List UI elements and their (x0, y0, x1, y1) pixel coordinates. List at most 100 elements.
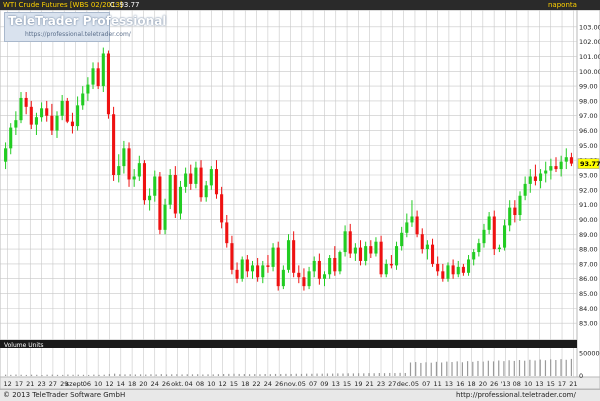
volume-bar (524, 360, 526, 376)
volume-bar (290, 373, 292, 376)
price-tick-label: 95.00 (579, 142, 598, 150)
volume-bar (316, 373, 318, 376)
volume-bar (415, 362, 417, 376)
price-tick-label: 102.00 (579, 38, 600, 46)
volume-bar (36, 374, 38, 376)
date-tick-label: 21 (366, 380, 374, 388)
volume-bar (15, 374, 17, 376)
volume-bar (404, 372, 406, 376)
candle-body (261, 265, 265, 278)
copyright-text: © 2013 TeleTrader Software GmbH (3, 391, 126, 399)
date-tick-label: 23 (37, 380, 45, 388)
volume-bar (300, 373, 303, 376)
candle-body (163, 204, 167, 230)
candle-body (348, 231, 352, 254)
price-tick-label: 83.00 (579, 320, 598, 328)
date-tick-label: 09 (320, 380, 328, 388)
brand-watermark: TeleTrader Professional https://professi… (4, 12, 166, 42)
candle-body (24, 97, 28, 107)
footer-link[interactable]: http://professional.teletrader.com/ (456, 390, 576, 401)
volume-bar (145, 374, 147, 376)
last-price-badge: 93.77 (577, 158, 600, 169)
volume-bar (129, 374, 131, 376)
volume-bar (41, 375, 43, 376)
price-tick-label: 88.00 (579, 246, 598, 254)
candle-body (194, 167, 198, 184)
candle-body (178, 186, 183, 214)
candle-body (297, 272, 301, 278)
volume-bar (77, 374, 79, 376)
volume-bar (98, 374, 100, 376)
candle-body (29, 106, 33, 125)
volume-bar (508, 360, 510, 376)
volume-bar (108, 373, 111, 376)
volume-bar (534, 360, 536, 376)
candle-body (101, 53, 105, 87)
date-tick-label: 05 (411, 380, 419, 388)
volume-bar (368, 373, 370, 376)
volume-bar (326, 373, 329, 376)
candle-body (302, 277, 306, 287)
horizontal-grid (0, 26, 577, 324)
date-tick-label: 27 (388, 380, 396, 388)
date-tick-label: 11 (433, 380, 441, 388)
volume-bar (160, 374, 162, 376)
last-price-label: 93.77 (580, 160, 600, 168)
candle-body (451, 265, 455, 275)
volume-bar (477, 360, 479, 376)
candle-body (482, 229, 486, 244)
candle-body (508, 207, 512, 226)
volume-bar (409, 362, 412, 376)
candle-body (256, 265, 260, 278)
volume-bar (212, 374, 214, 376)
volume-bar (186, 374, 188, 376)
chart-canvas: 83.00 84.00 85.00 86.00 87.00 88.00 89.00 90.00… (0, 9, 600, 389)
candle-body (312, 260, 316, 272)
candle-body (96, 68, 100, 87)
volume-bar (264, 374, 266, 376)
date-tick-label: 18 (467, 380, 475, 388)
candle-body (497, 247, 501, 250)
candle-body (564, 157, 568, 162)
candle-body (81, 93, 85, 106)
volume-bar (197, 374, 199, 376)
price-tick-label: 91.00 (579, 201, 598, 209)
date-axis-labels: 12 17 21 23 27 29szept.06 10 12 14 18 20 24 26 okt. 04… (4, 380, 578, 388)
candle-body (338, 252, 342, 272)
date-tick-label: 26 (162, 380, 170, 388)
candle-body (230, 243, 234, 270)
volume-tick-label: 500000 (579, 350, 600, 358)
date-tick-label: 16 (456, 380, 464, 388)
date-tick-label: 21 (26, 380, 34, 388)
candle-body (286, 240, 291, 270)
volume-bar (332, 373, 334, 376)
candle-body (148, 195, 152, 201)
candle-body (245, 259, 249, 272)
volume-bar (487, 360, 489, 376)
date-tick-label: 13 (535, 380, 543, 388)
candle-body (50, 115, 54, 131)
volume-bar (430, 362, 432, 376)
volume-tick-label: 0 (579, 372, 583, 380)
volume-bar (93, 374, 95, 376)
candle-body (410, 216, 414, 223)
date-tick-label: dec. (397, 380, 411, 388)
candle-body (322, 274, 327, 279)
brand-name: TeleTrader Professional (8, 14, 167, 28)
date-tick-label: 10 (94, 380, 102, 388)
price-tick-label: 92.00 (579, 186, 598, 194)
date-tick-label: 27 (49, 380, 57, 388)
candle-body (70, 121, 74, 127)
candle-body (307, 271, 311, 287)
candle-body (209, 169, 213, 186)
candle-body (132, 176, 136, 180)
volume-bar (311, 373, 313, 376)
candle-body (554, 166, 558, 170)
volume-bar (233, 373, 235, 376)
date-tick-label: 12 (4, 380, 12, 388)
candle-body (374, 241, 378, 254)
candle-body (266, 265, 270, 267)
candle-body (405, 222, 409, 233)
volume-bar (357, 373, 360, 376)
footer-bar: © 2013 TeleTrader Software GmbH http://p… (0, 389, 600, 401)
